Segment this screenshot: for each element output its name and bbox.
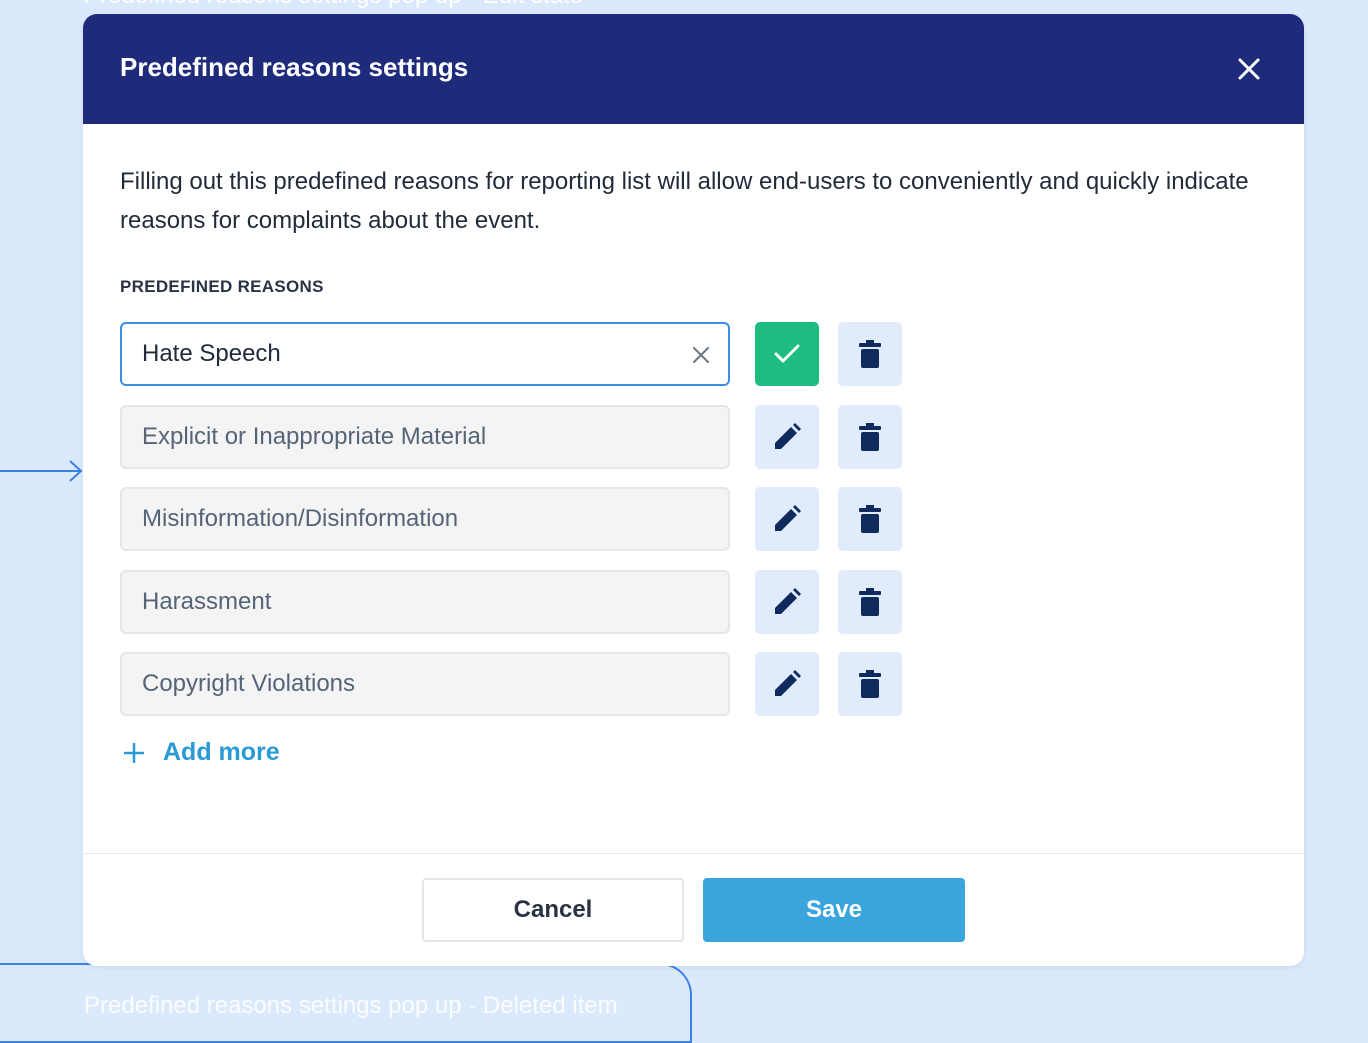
save-button[interactable]: Save [703,878,965,942]
reason-row: Misinformation/Disinformation [120,487,902,551]
background-caption-top: Predefined reasons settings pop up - Edi… [84,0,583,10]
reason-field: Harassment [120,570,730,634]
trash-icon [859,340,881,368]
clear-x-icon [693,347,709,363]
delete-button[interactable] [838,322,902,386]
checkmark-icon [774,344,800,363]
confirm-button[interactable] [755,322,819,386]
reason-field: Misinformation/Disinformation [120,487,730,551]
edit-button[interactable] [755,570,819,634]
background-caption-bottom: Predefined reasons settings pop up - Del… [84,992,618,1019]
delete-button[interactable] [838,487,902,551]
reason-input-value: Hate Speech [142,340,281,367]
reason-text: Harassment [142,588,272,615]
add-more-button[interactable]: Add more [123,738,280,767]
add-more-label: Add more [163,738,280,766]
modal-header: Predefined reasons settings [83,14,1304,124]
reason-input[interactable]: Hate Speech [120,322,730,386]
edit-button[interactable] [755,405,819,469]
predefined-reasons-modal: Predefined reasons settings Filling out … [83,14,1304,966]
footer-divider [83,853,1304,854]
reason-field: Copyright Violations [120,652,730,716]
reason-text: Copyright Violations [142,670,356,697]
pencil-icon [775,423,801,449]
reason-row: Copyright Violations [120,652,902,716]
trash-icon [859,423,881,451]
trash-icon [859,505,881,533]
delete-button[interactable] [838,570,902,634]
close-icon [1238,58,1260,80]
modal-description: Filling out this predefined reasons for … [120,168,1249,234]
modal-title: Predefined reasons settings [120,52,469,82]
section-label: PREDEFINED REASONS [120,277,324,296]
plus-icon [123,742,145,764]
edit-button[interactable] [755,487,819,551]
reason-row-editing: Hate Speech [120,322,902,386]
cancel-button[interactable]: Cancel [422,878,684,942]
reason-field: Explicit or Inappropriate Material [120,405,730,469]
reason-text: Explicit or Inappropriate Material [142,423,487,450]
delete-button[interactable] [838,652,902,716]
reason-row: Harassment [120,570,902,634]
reason-text: Misinformation/Disinformation [142,505,459,532]
trash-icon [859,588,881,616]
delete-button[interactable] [838,405,902,469]
flow-arrow [0,460,83,482]
pencil-icon [775,670,801,696]
clear-input-button[interactable] [690,344,712,366]
trash-icon [859,670,881,698]
reason-row: Explicit or Inappropriate Material [120,405,902,469]
pencil-icon [775,588,801,614]
pencil-icon [775,505,801,531]
edit-button[interactable] [755,652,819,716]
close-button[interactable] [1234,54,1264,84]
